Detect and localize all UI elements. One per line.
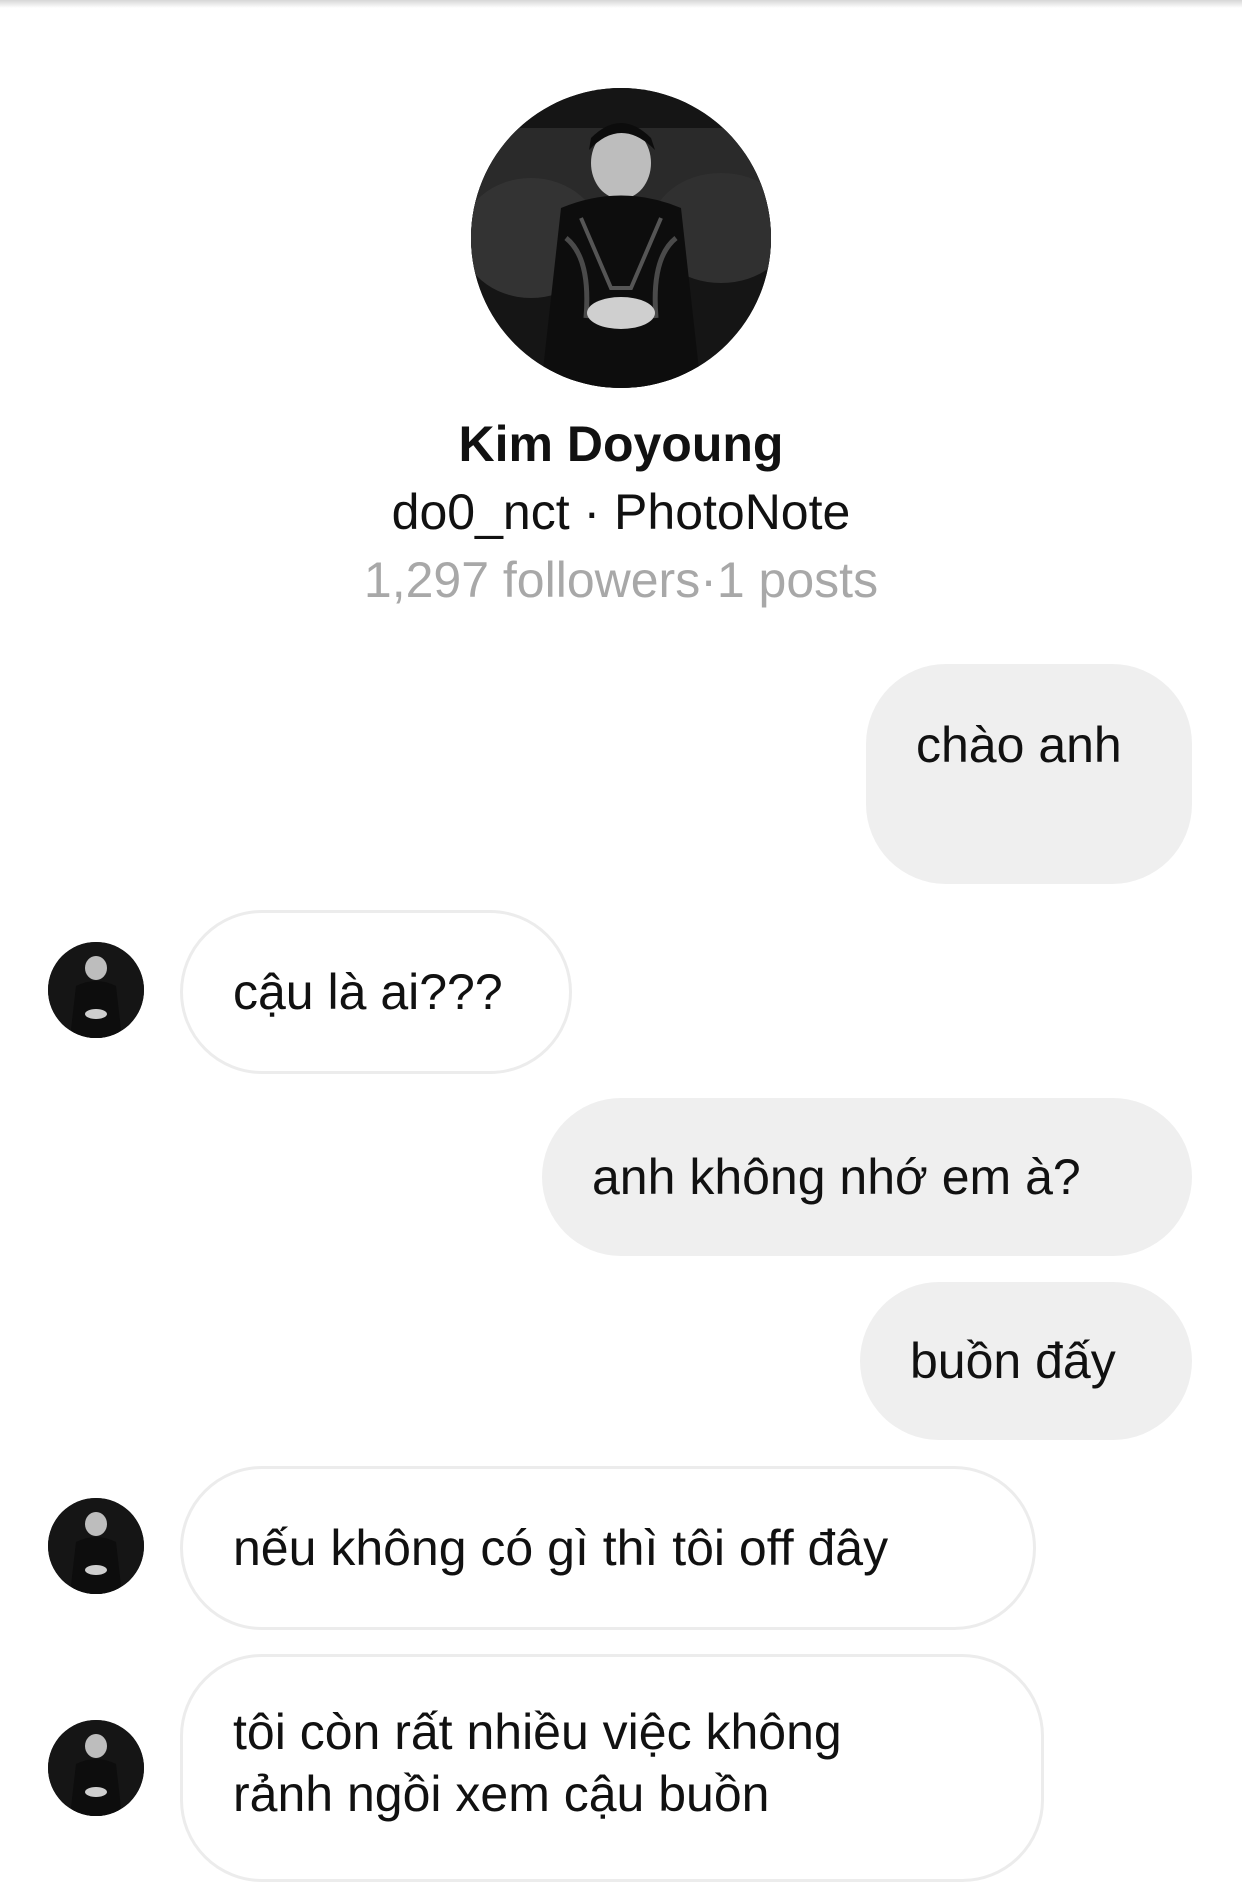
sender-avatar[interactable] — [48, 1498, 144, 1594]
message-text-line: tôi còn rất nhiều việc không — [233, 1704, 842, 1760]
incoming-message-bubble[interactable]: tôi còn rất nhiều việc không rảnh ngồi x… — [180, 1654, 1044, 1882]
message-text: chào anh — [916, 717, 1122, 773]
profile-name: Kim Doyoung — [458, 416, 784, 472]
incoming-message-bubble[interactable]: nếu không có gì thì tôi off đây — [180, 1466, 1036, 1630]
outgoing-message-bubble[interactable]: chào anh — [866, 664, 1192, 884]
outgoing-message-bubble[interactable]: anh không nhớ em à? — [542, 1098, 1192, 1256]
outgoing-message-bubble[interactable]: buồn đấy — [860, 1282, 1192, 1440]
sender-photo-icon — [48, 1720, 144, 1816]
profile-header: Kim Doyoung do0_nct · PhotoNote 1,297 fo… — [0, 88, 1242, 610]
profile-stats: 1,297 followers·1 posts — [363, 552, 879, 608]
message-text: buồn đấy — [910, 1333, 1116, 1389]
incoming-message-bubble[interactable]: cậu là ai??? — [180, 910, 572, 1074]
message-text: nếu không có gì thì tôi off đây — [233, 1520, 889, 1576]
profile-photo-icon — [471, 88, 771, 388]
message-text-line: rảnh ngồi xem cậu buồn — [233, 1766, 770, 1822]
profile-handle: do0_nct · PhotoNote — [391, 484, 851, 540]
message-text: anh không nhớ em à? — [592, 1149, 1081, 1205]
sender-avatar[interactable] — [48, 1720, 144, 1816]
profile-avatar[interactable] — [471, 88, 771, 388]
top-edge-shadow — [0, 0, 1242, 8]
sender-photo-icon — [48, 1498, 144, 1594]
sender-avatar[interactable] — [48, 942, 144, 1038]
sender-photo-icon — [48, 942, 144, 1038]
message-text: cậu là ai??? — [233, 964, 503, 1020]
